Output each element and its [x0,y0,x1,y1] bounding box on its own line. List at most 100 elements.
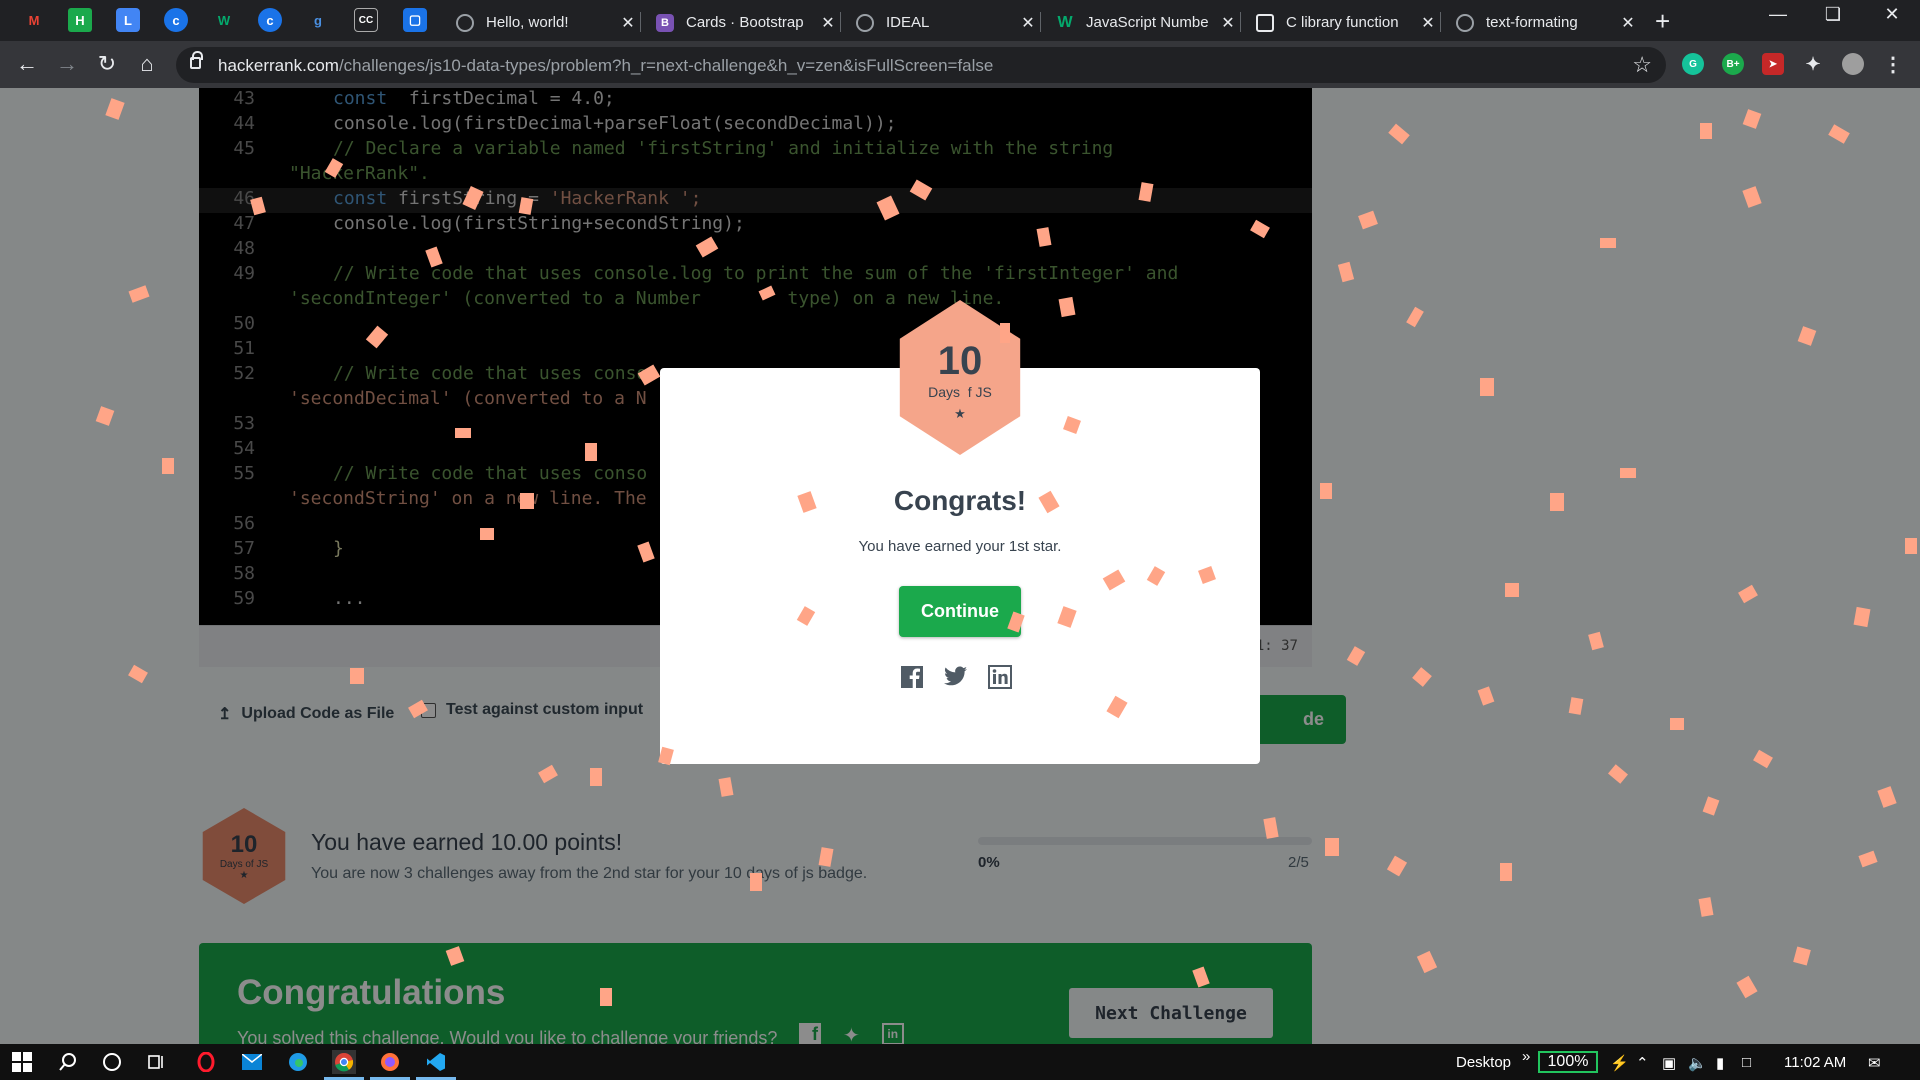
confetti-piece [1325,838,1339,856]
bookmark-star-icon[interactable]: ☆ [1632,52,1652,78]
power-plug-icon[interactable]: ⚡ [1610,1054,1629,1072]
tab-title: Hello, world! [486,14,569,31]
close-icon[interactable]: ✕ [1220,13,1236,33]
rocket-icon[interactable]: ➤ [1762,53,1784,75]
restore-button[interactable]: ❏ [1813,4,1853,25]
confetti-piece [1700,123,1712,139]
cortana-icon[interactable] [100,1050,124,1074]
confetti-piece [1600,238,1616,248]
browser-toolbar: ← → ↻ ⌂ hackerrank.com/challenges/js10-d… [0,41,1920,88]
bootstrap-icon: B [656,13,674,32]
confetti-piece [1500,863,1512,881]
confetti-piece [1505,583,1519,597]
home-button[interactable]: ⌂ [132,51,162,77]
desktop-toolbar-label[interactable]: Desktop [1456,1054,1511,1071]
continue-button[interactable]: Continue [899,586,1021,637]
close-icon[interactable]: ✕ [1420,13,1436,33]
tab-text-formating[interactable]: text-formating ✕ [1446,4,1646,41]
tab-javascript-numbers[interactable]: W JavaScript Numbe ✕ [1046,4,1246,41]
forward-button[interactable]: → [52,51,82,77]
tab-divider [640,12,641,32]
notifications-icon[interactable]: ✉ [1868,1054,1881,1072]
network-icon[interactable]: □ [1742,1054,1751,1071]
w3schools-pinned-tab[interactable]: W [212,8,236,32]
tab-ideal[interactable]: IDEAL ✕ [846,4,1046,41]
confetti-piece [1550,493,1564,511]
grammarly-icon[interactable]: G [1682,53,1704,75]
star-icon: ★ [954,406,966,421]
inbox-pinned-tab[interactable]: ▢ [403,8,427,32]
tab-title: C library function [1286,14,1399,31]
share-links [900,665,1012,689]
url-text[interactable]: hackerrank.com/challenges/js10-data-type… [218,56,993,76]
modal-title: Congrats! [893,485,1027,516]
mail-icon[interactable] [240,1050,264,1074]
confetti-piece [350,668,364,684]
confetti-piece [1480,378,1494,396]
address-bar[interactable]: hackerrank.com/challenges/js10-data-type… [176,47,1666,83]
confetti-piece [585,443,597,461]
confetti-piece [1320,483,1332,499]
tab-title: Cards · Bootstrap [686,14,804,31]
task-view-icon[interactable] [144,1050,168,1074]
tab-hello-world[interactable]: Hello, world! ✕ [446,4,646,41]
expand-toolbar-icon[interactable]: » [1522,1048,1530,1065]
search-icon[interactable] [56,1050,80,1074]
w3schools-icon: W [1057,13,1073,31]
globe-icon [456,13,474,32]
cc-pinned-tab[interactable]: CC [354,8,378,32]
facebook-icon[interactable] [900,665,924,689]
coursera-pinned-tab-2[interactable]: c [258,8,282,32]
tutorialspoint-icon [1256,13,1274,32]
back-button[interactable]: ← [12,51,42,77]
globe-icon [1456,13,1474,32]
modal-subtitle: You have earned your 1st star. [858,538,1062,555]
lock-icon[interactable] [190,51,203,69]
confetti-piece [1905,538,1917,554]
linkedin-icon[interactable] [988,665,1012,689]
battery-percent[interactable]: 100% [1538,1051,1598,1073]
windows-taskbar: Desktop » 100% ⚡ ⌃ ▣ 🔈 ▮ □ 11:02 AM ✉ [0,1044,1920,1080]
show-hidden-icons[interactable]: ⌃ [1636,1054,1649,1072]
volume-icon[interactable]: 🔈 [1688,1054,1707,1072]
close-icon[interactable]: ✕ [1620,13,1636,33]
coursera-pinned-tab[interactable]: c [164,8,188,32]
close-icon[interactable]: ✕ [1020,13,1036,33]
windows-start-icon[interactable] [10,1050,34,1074]
firefox-icon[interactable] [378,1050,402,1074]
clock[interactable]: 11:02 AM [1784,1054,1846,1071]
b-plus-icon[interactable]: B+ [1722,53,1744,75]
browser-tab-bar: M H L c W c g CC ▢ Hello, world! ✕ B Car… [0,0,1920,41]
vscode-icon[interactable] [424,1050,448,1074]
tab-c-library[interactable]: C library function ✕ [1246,4,1446,41]
opera-icon[interactable] [194,1050,218,1074]
twitter-icon[interactable] [944,665,968,689]
globe-icon [856,13,874,32]
hackerrank-pinned-tab[interactable]: H [68,8,92,32]
confetti-piece [162,458,174,474]
confetti-piece [455,428,471,438]
geeks-pinned-tab[interactable]: g [306,8,330,32]
meet-now-icon[interactable]: ▣ [1662,1054,1676,1072]
battery-icon[interactable]: ▮ [1716,1054,1724,1072]
badge-count: 10 [937,339,983,383]
confetti-piece [1670,718,1684,730]
l-pinned-tab[interactable]: L [116,8,140,32]
puzzle-icon[interactable]: ✦ [1802,53,1824,75]
edge-icon[interactable] [286,1050,310,1074]
menu-icon[interactable]: ⋮ [1882,53,1904,76]
chrome-icon[interactable] [332,1050,356,1074]
close-window-button[interactable]: ✕ [1872,4,1912,25]
tab-cards-bootstrap[interactable]: B Cards · Bootstrap ✕ [646,4,846,41]
tab-divider [840,12,841,32]
confetti-piece [520,493,534,509]
close-icon[interactable]: ✕ [620,13,636,33]
new-tab-button[interactable]: + [1655,6,1670,37]
badge-name: Days f JS [928,384,992,400]
minimize-button[interactable]: — [1758,4,1798,25]
profile-icon[interactable] [1842,53,1864,75]
close-icon[interactable]: ✕ [820,13,836,33]
reload-button[interactable]: ↻ [92,51,122,77]
gmail-pinned-tab[interactable]: M [22,8,46,32]
tab-divider [1440,12,1441,32]
